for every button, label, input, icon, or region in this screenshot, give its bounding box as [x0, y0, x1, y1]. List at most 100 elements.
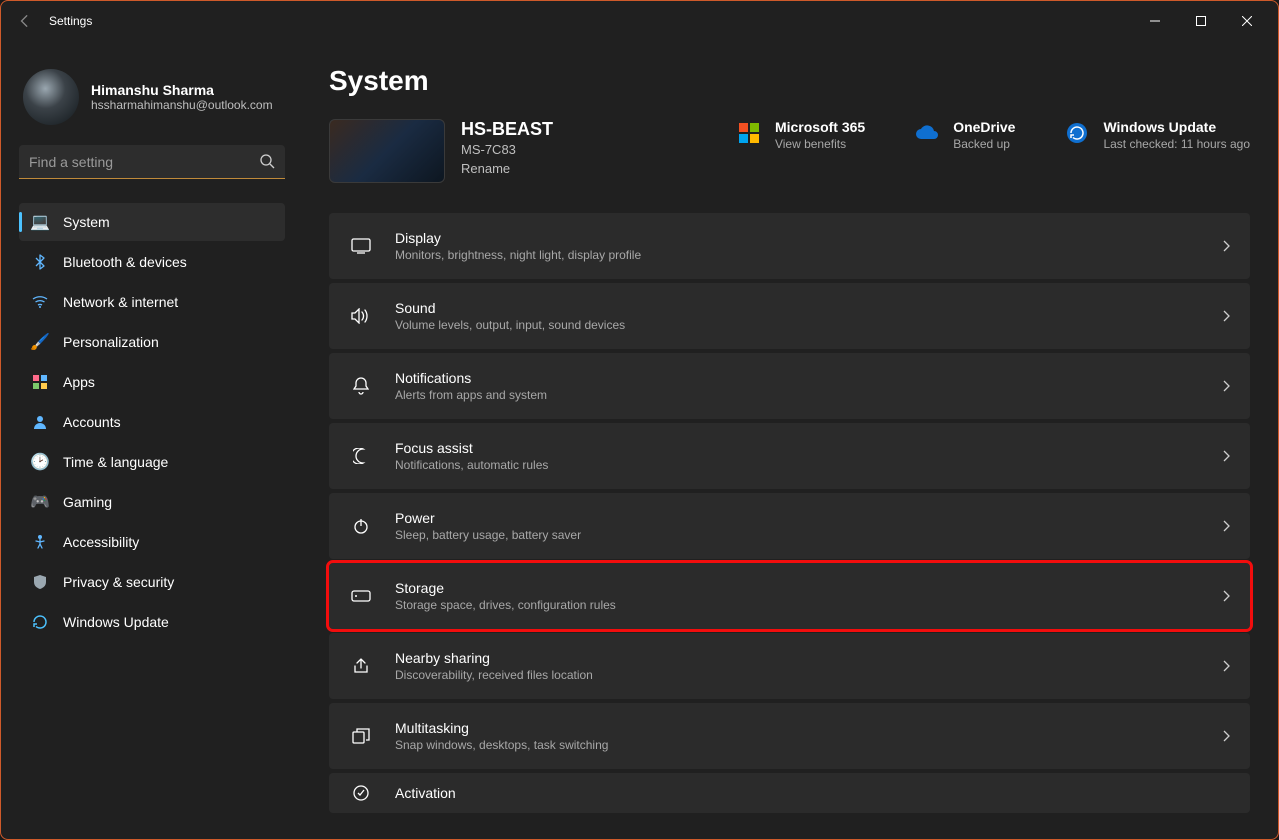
sidebar-item-personalization[interactable]: 🖌️ Personalization — [19, 323, 285, 361]
update-icon — [1063, 119, 1091, 147]
card-power[interactable]: Power Sleep, battery usage, battery saver — [329, 493, 1250, 559]
chevron-right-icon — [1222, 450, 1230, 462]
status-microsoft365[interactable]: Microsoft 365 View benefits — [735, 119, 865, 151]
sidebar-item-accessibility[interactable]: Accessibility — [19, 523, 285, 561]
card-title: Multitasking — [395, 720, 1222, 736]
sidebar-item-label: Accounts — [63, 414, 121, 430]
bluetooth-icon — [31, 253, 49, 271]
card-sound[interactable]: Sound Volume levels, output, input, sound… — [329, 283, 1250, 349]
status-onedrive[interactable]: OneDrive Backed up — [913, 119, 1015, 151]
sidebar-item-label: Windows Update — [63, 614, 169, 630]
sidebar-item-accounts[interactable]: Accounts — [19, 403, 285, 441]
paintbrush-icon: 🖌️ — [31, 333, 49, 351]
sidebar-item-label: Bluetooth & devices — [63, 254, 187, 270]
update-icon — [31, 613, 49, 631]
sidebar-item-apps[interactable]: Apps — [19, 363, 285, 401]
sidebar: Himanshu Sharma hssharmahimanshu@outlook… — [1, 41, 301, 839]
status-sub: Backed up — [953, 137, 1015, 151]
shield-icon — [31, 573, 49, 591]
card-activation[interactable]: Activation — [329, 773, 1250, 813]
search-input[interactable] — [19, 145, 285, 179]
card-multitasking[interactable]: Multitasking Snap windows, desktops, task… — [329, 703, 1250, 769]
display-icon — [349, 234, 373, 258]
card-focus-assist[interactable]: Focus assist Notifications, automatic rul… — [329, 423, 1250, 489]
accessibility-icon — [31, 533, 49, 551]
user-name: Himanshu Sharma — [91, 82, 273, 98]
chevron-right-icon — [1222, 730, 1230, 742]
wifi-icon — [31, 293, 49, 311]
apps-icon — [31, 373, 49, 391]
card-sub: Monitors, brightness, night light, displ… — [395, 248, 1222, 262]
status-windows-update[interactable]: Windows Update Last checked: 11 hours ag… — [1063, 119, 1250, 151]
sidebar-item-label: Accessibility — [63, 534, 139, 550]
gaming-icon: 🎮 — [31, 493, 49, 511]
card-title: Focus assist — [395, 440, 1222, 456]
card-sub: Volume levels, output, input, sound devi… — [395, 318, 1222, 332]
avatar — [23, 69, 79, 125]
search-icon — [259, 153, 275, 169]
card-sub: Snap windows, desktops, task switching — [395, 738, 1222, 752]
card-sub: Storage space, drives, configuration rul… — [395, 598, 1222, 612]
card-title: Display — [395, 230, 1222, 246]
sidebar-item-system[interactable]: 💻 System — [19, 203, 285, 241]
chevron-right-icon — [1222, 520, 1230, 532]
sidebar-item-bluetooth[interactable]: Bluetooth & devices — [19, 243, 285, 281]
chevron-right-icon — [1222, 590, 1230, 602]
close-button[interactable] — [1224, 5, 1270, 37]
main-content: System HS-BEAST MS-7C83 Rename Microsoft… — [301, 41, 1278, 839]
nav: 💻 System Bluetooth & devices Network & i… — [19, 203, 285, 641]
maximize-button[interactable] — [1178, 5, 1224, 37]
sidebar-item-label: Time & language — [63, 454, 168, 470]
card-sub: Discoverability, received files location — [395, 668, 1222, 682]
back-button[interactable] — [9, 5, 41, 37]
system-icon: 💻 — [31, 213, 49, 231]
card-title: Nearby sharing — [395, 650, 1222, 666]
card-notifications[interactable]: Notifications Alerts from apps and system — [329, 353, 1250, 419]
chevron-right-icon — [1222, 310, 1230, 322]
card-storage[interactable]: Storage Storage space, drives, configurat… — [329, 563, 1250, 629]
card-title: Notifications — [395, 370, 1222, 386]
user-account[interactable]: Himanshu Sharma hssharmahimanshu@outlook… — [23, 69, 285, 125]
status-sub: Last checked: 11 hours ago — [1103, 137, 1250, 151]
sidebar-item-label: Network & internet — [63, 294, 178, 310]
card-sub: Sleep, battery usage, battery saver — [395, 528, 1222, 542]
clock-icon: 🕑 — [31, 453, 49, 471]
storage-icon — [349, 584, 373, 608]
pc-model: MS-7C83 — [461, 142, 553, 157]
pc-thumbnail[interactable] — [329, 119, 445, 183]
microsoft365-icon — [735, 119, 763, 147]
status-title: OneDrive — [953, 119, 1015, 135]
card-sub: Notifications, automatic rules — [395, 458, 1222, 472]
onedrive-icon — [913, 119, 941, 147]
card-sub: Alerts from apps and system — [395, 388, 1222, 402]
pc-name: HS-BEAST — [461, 119, 553, 140]
person-icon — [31, 413, 49, 431]
card-title: Power — [395, 510, 1222, 526]
sidebar-item-time[interactable]: 🕑 Time & language — [19, 443, 285, 481]
sidebar-item-label: System — [63, 214, 110, 230]
card-title: Sound — [395, 300, 1222, 316]
chevron-right-icon — [1222, 660, 1230, 672]
multitasking-icon — [349, 724, 373, 748]
sidebar-item-windows-update[interactable]: Windows Update — [19, 603, 285, 641]
card-title: Storage — [395, 580, 1222, 596]
rename-link[interactable]: Rename — [461, 161, 553, 176]
share-icon — [349, 654, 373, 678]
minimize-button[interactable] — [1132, 5, 1178, 37]
card-display[interactable]: Display Monitors, brightness, night light… — [329, 213, 1250, 279]
user-email: hssharmahimanshu@outlook.com — [91, 98, 273, 112]
card-title: Activation — [395, 785, 1230, 801]
page-title: System — [329, 65, 1250, 97]
sidebar-item-privacy[interactable]: Privacy & security — [19, 563, 285, 601]
bell-icon — [349, 374, 373, 398]
sidebar-item-gaming[interactable]: 🎮 Gaming — [19, 483, 285, 521]
titlebar: Settings — [1, 1, 1278, 41]
status-title: Microsoft 365 — [775, 119, 865, 135]
moon-icon — [349, 444, 373, 468]
chevron-right-icon — [1222, 380, 1230, 392]
card-nearby-sharing[interactable]: Nearby sharing Discoverability, received … — [329, 633, 1250, 699]
status-title: Windows Update — [1103, 119, 1250, 135]
search-container — [19, 145, 285, 179]
sound-icon — [349, 304, 373, 328]
sidebar-item-network[interactable]: Network & internet — [19, 283, 285, 321]
